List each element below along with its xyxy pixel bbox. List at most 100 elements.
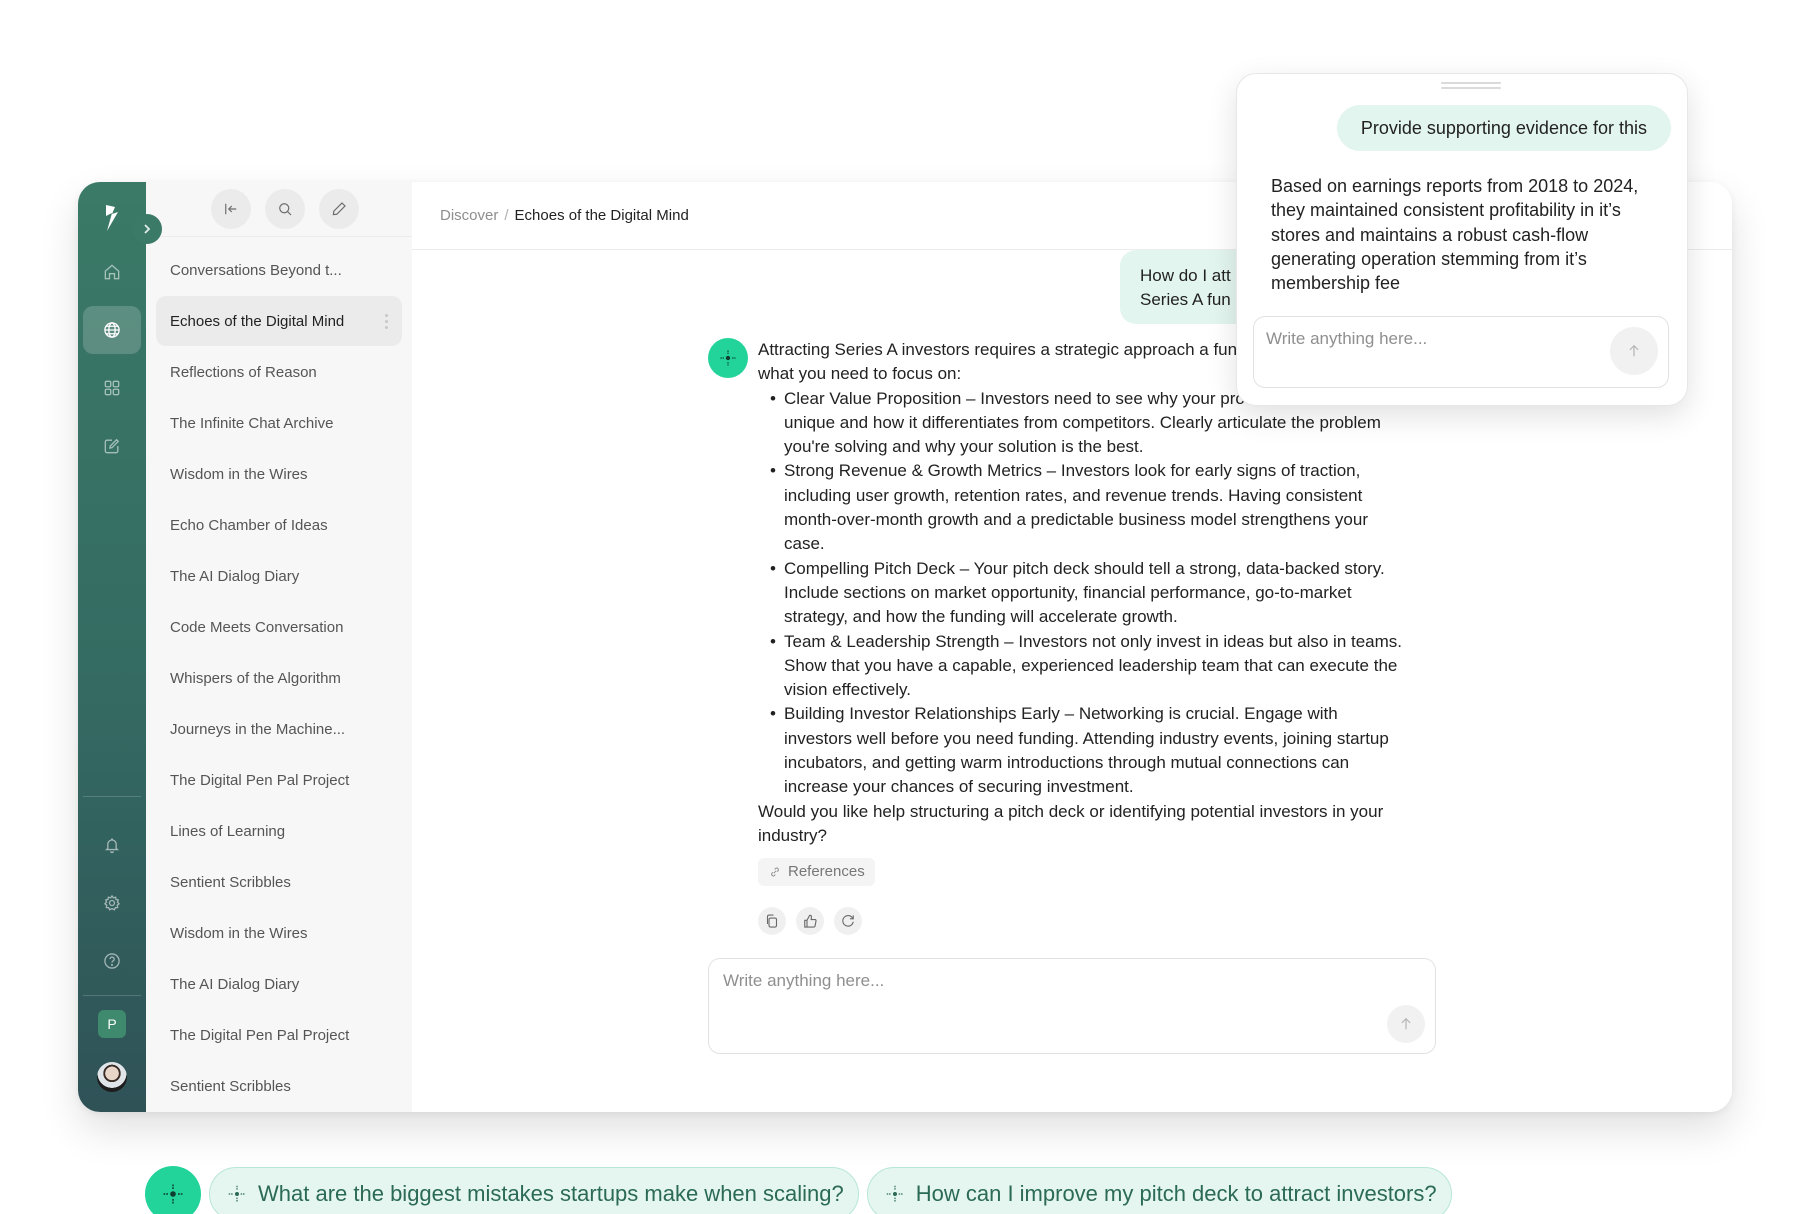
expand-sidebar-button[interactable] (132, 214, 162, 244)
conversation-title: Lines of Learning (170, 822, 286, 840)
search-button[interactable] (265, 189, 305, 229)
conversation-title: Conversations Beyond t... (170, 261, 342, 279)
stage: P Conversations Beyond t... Echoes of the… (0, 0, 1800, 1214)
search-icon (279, 203, 292, 216)
message-actions (758, 906, 1408, 935)
arrow-up-icon (1629, 344, 1639, 357)
rail-apps-button[interactable] (83, 364, 141, 412)
rail-notes-button[interactable] (83, 422, 141, 470)
sparkle-icon (720, 350, 736, 366)
chat-input[interactable]: Write anything here... (708, 958, 1436, 1054)
assistant-answer: Attracting Series A investors requires a… (758, 338, 1408, 935)
conversation-item[interactable]: Reflections of Reason (156, 347, 402, 397)
suggestion-bar: What are the biggest mistakes startups m… (145, 1166, 1452, 1214)
conversation-item[interactable]: Sentient Scribbles (156, 857, 402, 907)
link-icon (771, 867, 779, 877)
thumbs-up-icon (804, 914, 817, 928)
references-button[interactable]: References (758, 858, 875, 887)
suggestion-text: What are the biggest mistakes startups m… (258, 1181, 844, 1206)
answer-bullet-list: Clear Value Proposition – Investors need… (758, 387, 1408, 800)
rail-home-button[interactable] (83, 248, 141, 296)
breadcrumb-root[interactable]: Discover (440, 207, 498, 224)
bell-icon (104, 838, 120, 854)
chat-input-placeholder: Write anything here... (723, 971, 885, 990)
conversation-item[interactable]: The Infinite Chat Archive (156, 398, 402, 448)
rail-notifications-button[interactable] (83, 821, 141, 869)
conversation-title: The AI Dialog Diary (170, 567, 300, 585)
help-circle-icon (104, 953, 120, 969)
conversation-item[interactable]: Echo Chamber of Ideas (156, 500, 402, 550)
conversation-item[interactable]: Journeys in the Machine... (156, 704, 402, 754)
conversation-item[interactable]: Wisdom in the Wires (156, 908, 402, 958)
conversation-title: Echoes of the Digital Mind (170, 312, 345, 330)
assistant-avatar (708, 338, 748, 378)
answer-bullet: Building Investor Relationships Early – … (770, 702, 1408, 799)
chevron-right-icon (144, 224, 151, 234)
conversation-item[interactable]: Code Meets Conversation (156, 602, 402, 652)
send-button[interactable] (1387, 1005, 1425, 1043)
assistant-message: Attracting Series A investors requires a… (708, 338, 1408, 935)
globe-icon (104, 322, 120, 338)
icon-rail: P (78, 182, 146, 1112)
conversation-title: Wisdom in the Wires (170, 465, 308, 483)
conversation-title: The Infinite Chat Archive (170, 414, 334, 432)
answer-outro: Would you like help structuring a pitch … (758, 801, 1384, 845)
breadcrumb-separator: / (504, 207, 509, 224)
conversation-title: Journeys in the Machine... (170, 720, 346, 738)
brand-logo-icon[interactable] (92, 198, 132, 238)
breadcrumb-current: Echoes of the Digital Mind (514, 207, 689, 224)
home-icon (104, 264, 120, 280)
conversation-item[interactable]: Sentient Scribbles (156, 1061, 402, 1111)
rail-divider-bottom (83, 995, 141, 996)
conversation-title: Sentient Scribbles (170, 873, 291, 891)
conversation-title: The Digital Pen Pal Project (170, 1026, 350, 1044)
conversation-title: Echo Chamber of Ideas (170, 516, 328, 534)
conversation-item[interactable]: Wisdom in the Wires (156, 449, 402, 499)
conversation-item[interactable]: Echoes of the Digital Mind (156, 296, 402, 346)
popup-send-button[interactable] (1610, 327, 1658, 375)
answer-bullet: Strong Revenue & Growth Metrics – Invest… (770, 459, 1408, 556)
edit-square-icon (104, 438, 120, 454)
conversation-item[interactable]: The Digital Pen Pal Project (156, 755, 402, 805)
conversation-item[interactable]: The Digital Pen Pal Project (156, 1010, 402, 1060)
collapse-sidebar-button[interactable] (211, 189, 251, 229)
answer-bullet: Compelling Pitch Deck – Your pitch deck … (770, 557, 1408, 630)
popup-chat-input[interactable]: Write anything here... (1253, 316, 1669, 388)
arrow-up-icon (1401, 1017, 1411, 1030)
followup-popup: Provide supporting evidence for this Bas… (1236, 73, 1688, 406)
user-avatar[interactable] (97, 1062, 127, 1092)
conversation-item[interactable]: Conversations Beyond t... (156, 245, 402, 295)
sparkle-icon (163, 1184, 183, 1204)
rail-discover-button[interactable] (83, 306, 141, 354)
regenerate-button[interactable] (834, 906, 862, 935)
copy-icon (766, 913, 778, 928)
popup-input-placeholder: Write anything here... (1266, 329, 1428, 348)
conversation-item[interactable]: Whispers of the Algorithm (156, 653, 402, 703)
popup-user-message: Provide supporting evidence for this (1336, 105, 1671, 151)
conversation-item[interactable]: The AI Dialog Diary (156, 551, 402, 601)
references-label: References (788, 863, 865, 881)
rail-settings-button[interactable] (83, 879, 141, 927)
rail-help-button[interactable] (83, 937, 141, 985)
conversation-title: Code Meets Conversation (170, 618, 344, 636)
conversation-title: The AI Dialog Diary (170, 975, 300, 993)
conversation-title: The Digital Pen Pal Project (170, 771, 350, 789)
workspace-badge[interactable]: P (98, 1010, 126, 1038)
new-chat-button[interactable] (319, 189, 359, 229)
more-options-icon[interactable] (385, 313, 388, 329)
drag-handle[interactable] (1441, 82, 1501, 90)
sparkle-icon (886, 1185, 903, 1203)
copy-button[interactable] (758, 906, 786, 935)
conversation-title: Sentient Scribbles (170, 1077, 291, 1095)
conversation-title: Whispers of the Algorithm (170, 669, 341, 687)
assistant-launcher-button[interactable] (145, 1166, 201, 1214)
suggestion-chip[interactable]: What are the biggest mistakes startups m… (209, 1167, 859, 1214)
gear-icon (103, 894, 121, 911)
rail-divider (83, 796, 141, 797)
conversation-title: Reflections of Reason (170, 363, 317, 381)
conversation-item[interactable]: Lines of Learning (156, 806, 402, 856)
popup-answer: Based on earnings reports from 2018 to 2… (1271, 176, 1639, 294)
conversation-item[interactable]: The AI Dialog Diary (156, 959, 402, 1009)
suggestion-chip[interactable]: How can I improve my pitch deck to attra… (866, 1167, 1452, 1214)
like-button[interactable] (796, 906, 824, 935)
